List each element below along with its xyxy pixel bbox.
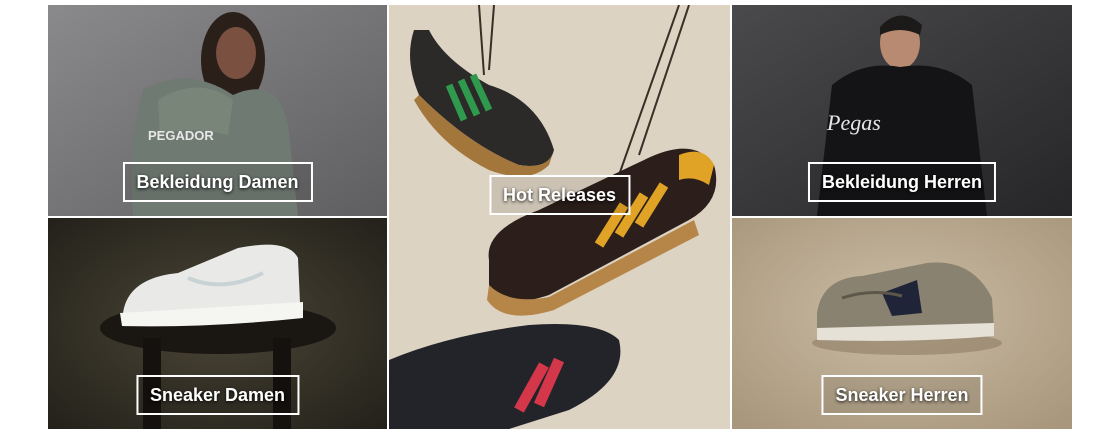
- category-grid: PEGADOR Bekleidung Damen Sneaker Damen H…: [48, 5, 1072, 429]
- bekleidung-damen-link[interactable]: Bekleidung Damen: [122, 162, 313, 202]
- tile-bekleidung-damen[interactable]: PEGADOR Bekleidung Damen: [48, 5, 387, 216]
- bekleidung-herren-link[interactable]: Bekleidung Herren: [807, 162, 997, 202]
- samba-sneakers-image: [389, 5, 730, 429]
- tile-hot-releases[interactable]: Hot Releases: [389, 5, 730, 429]
- tile-sneaker-damen[interactable]: Sneaker Damen: [48, 218, 387, 429]
- tile-bekleidung-herren[interactable]: Pegas Bekleidung Herren: [732, 5, 1072, 216]
- sneaker-herren-link[interactable]: Sneaker Herren: [821, 375, 983, 415]
- svg-text:Pegas: Pegas: [826, 110, 881, 135]
- svg-text:PEGADOR: PEGADOR: [148, 128, 214, 143]
- tile-sneaker-herren[interactable]: Sneaker Herren: [732, 218, 1072, 429]
- sneaker-damen-link[interactable]: Sneaker Damen: [135, 375, 300, 415]
- hot-releases-link[interactable]: Hot Releases: [488, 175, 631, 215]
